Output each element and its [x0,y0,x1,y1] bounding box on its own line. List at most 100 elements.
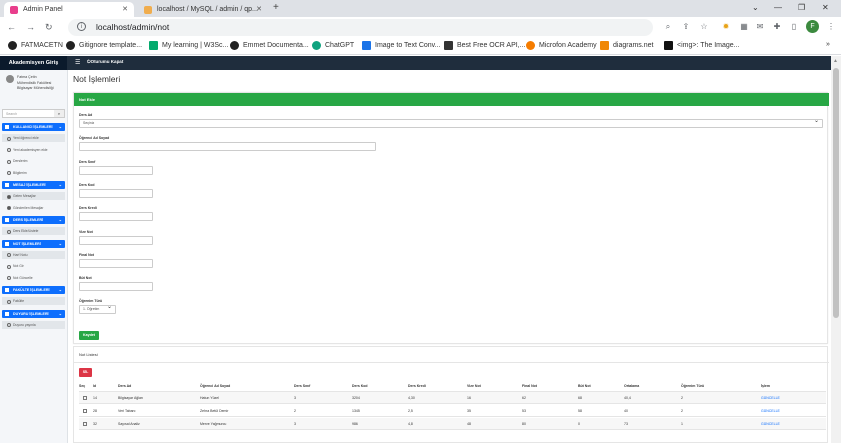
brand-title[interactable]: Akademisyen Giriş [0,56,67,70]
save-button[interactable]: Kaydet [79,331,99,340]
scroll-thumb[interactable] [833,68,839,318]
new-tab-button[interactable]: + [273,2,279,13]
back-icon[interactable]: ← [7,22,16,32]
browser-tab-admin-panel[interactable]: Admin Panel ✕ [4,2,134,17]
bookmark-item[interactable]: diagrams.net [600,41,653,50]
text-input[interactable] [79,165,153,175]
grid-extension-icon[interactable]: ▦ [739,22,749,32]
sidebar-item[interactable]: Gelen Mesajlar [2,192,65,200]
menu-dots-icon[interactable]: ⋮ [826,22,836,32]
site-info-icon[interactable]: i [77,22,86,31]
text-input[interactable] [79,258,153,268]
table-row: 32 Sayısal Analiz Merve Yağmurcu 3 986 4,8 48 8… [79,418,826,430]
sidebar-item[interactable]: Yeni öğrenci ekle [2,134,65,142]
mail-extension-icon[interactable]: ✉ [755,22,765,32]
profile-avatar[interactable]: F [806,20,819,33]
extension-gear-icon[interactable]: ✹ [721,22,731,32]
field-label: Vize Not [79,229,93,234]
hamburger-menu-icon[interactable]: ☰ [75,59,80,66]
bookmark-item[interactable]: <img>: The Image... [664,41,740,50]
field-label: Öğrenim Türü [79,299,103,304]
sidebar-item[interactable]: Not Güncelle [2,274,65,282]
update-link[interactable]: GÜNCELLE [761,392,780,404]
sidebar-item[interactable]: Gönderilen Mesajlar [2,204,65,212]
chevron-down-icon: ⌄ [58,124,62,129]
column-header: Ders Kod [352,384,368,388]
sidebar-item[interactable]: Yeni akademisyen ekle [2,146,65,154]
restore-icon[interactable]: ❐ [798,3,805,12]
row-checkbox[interactable] [83,409,87,413]
table-cell: 32 [93,422,97,426]
select-field[interactable]: 1. Öğretim [79,304,116,315]
bookmark-item[interactable]: My learning | W3Sc... [149,41,228,50]
sidebar-section[interactable]: FAKÜLTE İŞLEMLERİ ⌄ [2,286,65,294]
delete-button[interactable]: SİL [79,368,92,377]
bookmark-item[interactable]: Gitignore template... [66,41,142,50]
bookmark-item[interactable]: Emmet Documenta... [230,41,309,50]
bookmark-item[interactable]: Microfon Academy [526,41,597,50]
divider [74,362,829,363]
sidebar-section[interactable]: KULLANICI İŞLEMLERİ ⌄ [2,123,65,131]
text-input[interactable] [79,212,153,222]
search-icon[interactable]: ⌕ [54,110,64,117]
close-tab-icon[interactable]: ✕ [122,5,128,13]
bookmark-item[interactable]: FATMACETN [8,41,63,50]
field-label: Ders Ad [79,113,93,117]
sidebar-item[interactable]: Ders Ekle/Listele [2,227,65,235]
star-icon[interactable]: ☆ [699,22,709,32]
sidebar-section[interactable]: DUYURU İŞLEMLERİ ⌄ [2,309,65,318]
url-text[interactable]: localhost/admin/not [96,22,169,32]
chevron-down-icon[interactable]: ⌄ [752,3,759,12]
sidebar-section[interactable]: MESAJ İŞLEMLERİ ⌄ [2,181,65,189]
share-icon[interactable]: ⇪ [681,22,691,32]
section-label: DUYURU İŞLEMLERİ [13,311,49,316]
section-icon [5,288,9,292]
row-checkbox[interactable] [83,396,87,400]
text-input[interactable] [79,282,153,292]
table-cell: 3 [294,396,296,400]
sidebar-item-label: Derslerim [13,159,28,163]
sidebar-search-input[interactable]: Search ⌕ [2,109,65,118]
browser-tab-phpmyadmin[interactable]: localhost / MySQL / admin / qp... ✕ [138,2,268,17]
page-scrollbar[interactable]: ▲ [831,56,841,443]
table-cell: 4,8 [408,422,413,426]
sidebar-item[interactable]: Fakülte [2,297,65,305]
table-cell: 0 [578,422,580,426]
bookmark-item[interactable]: ChatGPT [312,41,354,50]
github-icon [66,41,75,50]
field-label: Büt Not [79,276,92,281]
minimize-icon[interactable]: — [774,3,782,12]
w3schools-icon [149,41,158,50]
sidebar-item[interactable]: Duyuru yayınla [2,320,65,329]
table-row: 14 Bilgisayar Ağları Hatun Yüzel 3 3204 4,30 1… [79,392,826,404]
update-link[interactable]: GÜNCELLE [761,405,780,417]
forward-icon[interactable]: → [26,22,35,32]
sidebar-item[interactable]: Not Gir [2,262,65,270]
puzzle-icon[interactable]: ✚ [772,22,782,32]
row-checkbox[interactable] [83,422,87,426]
sidebar-section[interactable]: DERS İŞLEMLERİ ⌄ [2,216,65,224]
sidebar-panel-icon[interactable]: ▯ [789,22,799,32]
search-icon[interactable]: ⌕ [663,22,673,32]
logout-link[interactable]: ⏻Oturumu Kapat [87,59,123,64]
text-input[interactable] [79,188,153,198]
scroll-up-icon[interactable]: ▲ [833,58,838,64]
sidebar-section[interactable]: NOT İŞLEMLERİ ⌄ [2,239,65,248]
sidebar-item[interactable]: Harf Notu [2,250,65,259]
bookmark-item[interactable]: Image to Text Conv... [362,41,441,50]
reload-icon[interactable]: ↻ [45,22,53,33]
mdn-icon [664,41,673,50]
sidebar-item[interactable]: Derslerim [2,157,65,165]
text-input[interactable] [79,142,376,152]
text-input[interactable] [79,235,153,245]
search-placeholder: Search [6,112,18,116]
select-field[interactable]: Seçiniz [79,118,823,128]
table-cell: 2 [681,396,683,400]
sidebar-item[interactable]: Bilgilerim [2,169,65,177]
close-tab-icon[interactable]: ✕ [256,5,262,13]
url-bar[interactable]: i localhost/admin/not [68,19,653,36]
update-link[interactable]: GÜNCELLE [761,418,780,430]
more-bookmarks-icon[interactable]: » [826,41,830,48]
close-window-icon[interactable]: ✕ [822,3,829,12]
bookmark-item[interactable]: Best Free OCR API,... [444,41,525,50]
